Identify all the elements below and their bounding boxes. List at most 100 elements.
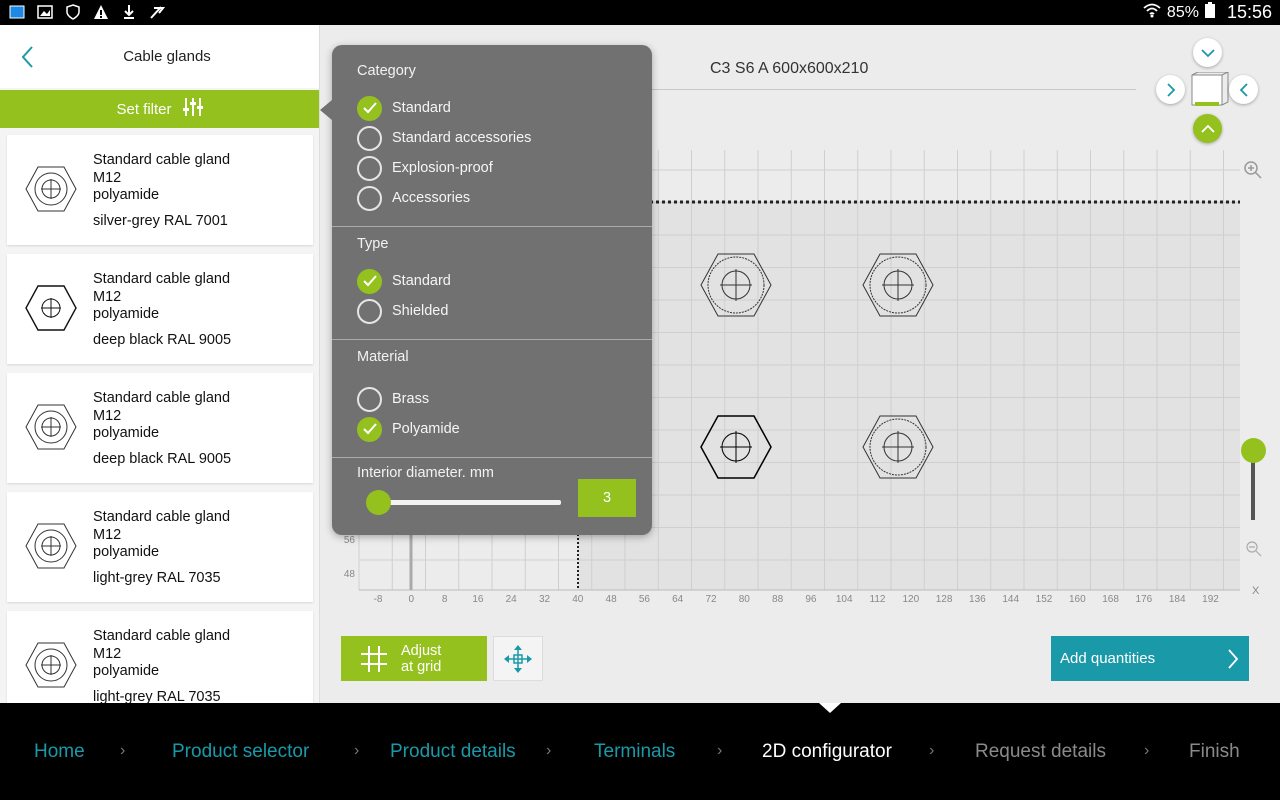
product-color: deep black RAL 9005 [93,331,232,348]
x-tick-label: 0 [409,594,415,605]
check-icon [357,95,382,121]
x-tick-label: 192 [1202,594,1219,605]
view-up-button[interactable] [1193,114,1222,143]
x-tick-label: 136 [969,594,986,605]
shield-icon [64,3,82,21]
x-tick-label: 176 [1136,594,1153,605]
diameter-slider-track[interactable] [371,500,561,505]
product-material: polyamide [93,425,160,441]
battery-icon [1204,2,1215,23]
add-quantities-button[interactable]: Add quantities [1051,636,1249,681]
chevron-left-icon [1239,82,1248,97]
product-card[interactable]: Standard cable gland M12 polyamide light… [7,492,313,602]
product-card[interactable]: Standard cable gland M12 polyamide deep … [7,254,313,364]
product-name: Standard cable gland [93,271,231,287]
x-axis-label: X [1252,585,1260,597]
hex-gland-icon [25,523,77,569]
x-tick-label: 144 [1002,594,1019,605]
option-label: Polyamide [392,421,460,437]
check-icon [357,416,382,442]
product-color: deep black RAL 9005 [93,450,232,467]
diameter-value[interactable]: 3 [578,479,636,517]
material-option-polyamide[interactable]: Polyamide [357,416,460,442]
view-left-button[interactable] [1229,75,1258,104]
crumb-request-details[interactable]: Request details [975,741,1106,763]
move-button[interactable] [493,636,543,681]
x-tick-label: 168 [1102,594,1119,605]
product-card[interactable]: Standard cable gland M12 polyamide silve… [7,135,313,245]
view-down-button[interactable] [1193,38,1222,67]
divider [332,226,652,227]
crumb-home[interactable]: Home [34,741,85,763]
product-size: M12 [93,645,122,662]
view-right-button[interactable] [1156,75,1185,104]
product-name: Standard cable gland [93,390,231,406]
zoom-slider-knob[interactable] [1241,438,1266,463]
crumb-terminals[interactable]: Terminals [594,741,675,763]
zoom-slider-track[interactable] [1251,458,1255,520]
check-icon [357,268,382,294]
chevron-right-icon: › [929,742,935,759]
x-tick-label: 72 [705,594,717,605]
chevron-up-icon [1200,124,1215,133]
category-option-standard-accessories[interactable]: Standard accessories [357,125,531,151]
diameter-title: Interior diameter. mm [357,465,494,481]
x-tick-label: 160 [1069,594,1086,605]
option-label: Standard [392,100,451,116]
chevron-right-icon: › [354,742,360,759]
crumb-finish[interactable]: Finish [1189,741,1240,763]
category-option-explosion-proof[interactable]: Explosion-proof [357,155,493,181]
material-title: Material [357,349,409,365]
x-tick-label: 64 [672,594,684,605]
type-option-shielded[interactable]: Shielded [357,298,448,324]
x-tick-label: 88 [772,594,784,605]
product-card[interactable]: Standard cable gland M12 polyamide deep … [7,373,313,483]
x-tick-label: 48 [606,594,618,605]
crumb-product-details[interactable]: Product details [390,741,516,763]
enclosure-title: C3 S6 A 600x600x210 [710,60,869,77]
diameter-slider-knob[interactable] [366,490,391,515]
y-tick-label: 56 [344,535,356,546]
chevron-right-icon [1166,82,1175,97]
product-card[interactable]: Standard cable gland M12 polyamide light… [7,611,313,703]
option-label: Brass [392,391,430,407]
popup-pointer [320,100,332,120]
radio-icon [357,155,382,181]
category-option-accessories[interactable]: Accessories [357,185,470,211]
download-off-icon [120,3,138,21]
product-sidebar: Cable glands Set filter Standard cable g… [0,25,320,703]
radio-icon [357,386,382,412]
divider [332,457,652,458]
grid-icon [360,645,388,673]
product-size: M12 [93,407,122,424]
radio-icon [357,125,382,151]
product-name: Standard cable gland [93,152,231,168]
option-label: Accessories [392,190,471,206]
crumb-2d-configurator[interactable]: 2D configurator [762,741,892,763]
clock: 15:56 [1226,2,1272,22]
zoom-out-icon [1246,541,1262,557]
sliders-icon [182,97,204,121]
set-filter-button[interactable]: Set filter [0,90,319,128]
x-tick-label: 32 [539,594,551,605]
type-option-standard[interactable]: Standard [357,268,451,294]
wifi-icon [1143,2,1161,23]
flag-icon [148,3,166,21]
title-divider [651,89,1136,90]
active-step-pointer [819,703,841,713]
option-label: Standard accessories [392,130,532,146]
zoom-in-button[interactable] [1243,160,1263,185]
sidebar-title: Cable glands [123,48,211,65]
product-color: silver-grey RAL 7001 [93,212,228,229]
zoom-out-button[interactable] [1246,541,1262,562]
x-tick-label: 128 [936,594,953,605]
x-tick-label: 120 [902,594,919,605]
divider [332,339,652,340]
category-option-standard[interactable]: Standard [357,95,451,121]
product-size: M12 [93,169,122,186]
adjust-at-grid-button[interactable]: Adjust at grid [341,636,487,681]
material-option-brass[interactable]: Brass [357,386,429,412]
product-color: light-grey RAL 7035 [93,688,221,704]
crumb-product-selector[interactable]: Product selector [172,741,309,763]
status-bar: 85% 15:56 [0,0,1280,25]
